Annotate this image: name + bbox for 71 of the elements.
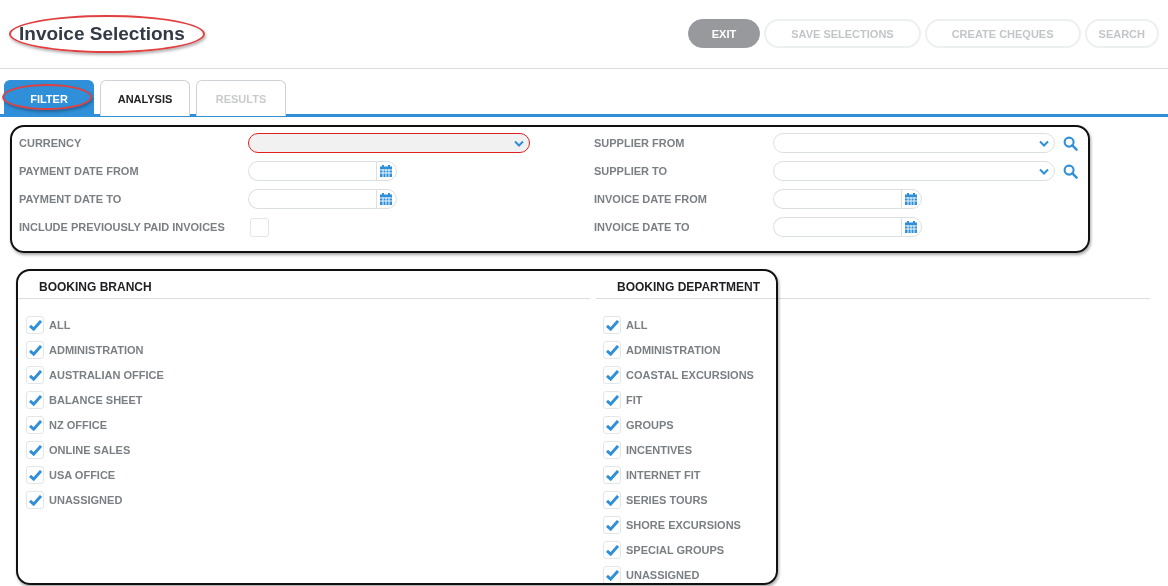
calendar-button[interactable] <box>901 217 922 237</box>
checkbox[interactable] <box>603 516 621 534</box>
checkbox[interactable] <box>603 316 621 334</box>
checkbox[interactable] <box>26 416 44 434</box>
checkbox[interactable] <box>603 466 621 484</box>
search-icon[interactable] <box>1063 163 1078 179</box>
calendar-button[interactable] <box>376 161 397 181</box>
checkbox-label: ALL <box>49 319 71 331</box>
calendar-icon <box>379 164 393 178</box>
tab[interactable]: FILTER <box>4 80 94 116</box>
calendar-icon <box>904 192 918 206</box>
field-label: PAYMENT DATE TO <box>19 193 123 205</box>
checkbox[interactable] <box>603 541 621 559</box>
checkbox-label: NZ OFFICE <box>49 419 108 431</box>
checkbox-label: SERIES TOURS <box>626 494 708 506</box>
checkbox[interactable] <box>603 566 621 584</box>
checkbox[interactable] <box>26 341 44 359</box>
date-input[interactable] <box>773 217 901 237</box>
chevron-icon <box>514 139 524 147</box>
checkbox-label: AUSTRALIAN OFFICE <box>49 369 164 381</box>
action-button[interactable]: EXIT <box>687 19 761 48</box>
chevron-icon <box>1039 167 1049 175</box>
checkbox-label: USA OFFICE <box>49 469 116 481</box>
calendar-icon <box>379 192 393 206</box>
calendar-button[interactable] <box>376 189 397 209</box>
checkbox-label: BALANCE SHEET <box>49 394 143 406</box>
field-label: INVOICE DATE FROM <box>594 193 708 205</box>
checkbox[interactable] <box>26 441 44 459</box>
checkbox[interactable] <box>603 366 621 384</box>
checkbox[interactable] <box>26 316 44 334</box>
checkbox[interactable] <box>26 491 44 509</box>
checkbox-label: INCENTIVES <box>626 444 692 456</box>
calendar-button[interactable] <box>901 189 922 209</box>
checkbox-label: INTERNET FIT <box>626 469 701 481</box>
checkbox[interactable] <box>603 341 621 359</box>
field-label: SUPPLIER TO <box>594 165 669 177</box>
checkbox-label: ONLINE SALES <box>49 444 131 456</box>
checkbox[interactable] <box>603 491 621 509</box>
checkbox-label: ALL <box>626 319 648 331</box>
checkbox-label: GROUPS <box>626 419 674 431</box>
checkbox[interactable] <box>26 391 44 409</box>
field-label: SUPPLIER FROM <box>594 137 686 149</box>
checkbox[interactable] <box>603 391 621 409</box>
checkbox-label: ADMINISTRATION <box>49 344 144 356</box>
tab[interactable]: ANALYSIS <box>100 80 190 116</box>
field-label: PAYMENT DATE FROM <box>19 165 140 177</box>
field-label: INVOICE DATE TO <box>594 221 691 233</box>
checkbox-label: COASTAL EXCURSIONS <box>626 369 754 381</box>
field-label: INCLUDE PREVIOUSLY PAID INVOICES <box>19 221 226 233</box>
field-label: CURRENCY <box>19 137 83 149</box>
checkbox-label: UNASSIGNED <box>49 494 123 506</box>
checkbox[interactable] <box>603 441 621 459</box>
checkbox-label: SPECIAL GROUPS <box>626 544 725 556</box>
date-input[interactable] <box>773 189 901 209</box>
section-heading: BOOKING DEPARTMENT <box>596 280 1150 299</box>
checkbox-label: ADMINISTRATION <box>626 344 721 356</box>
section-heading: BOOKING BRANCH <box>18 280 590 299</box>
date-input[interactable] <box>248 161 376 181</box>
checkbox-label: FIT <box>626 394 643 406</box>
page-title: Invoice Selections <box>19 23 185 45</box>
checkbox[interactable] <box>26 466 44 484</box>
checkbox[interactable] <box>603 416 621 434</box>
checkbox-label: UNASSIGNED <box>626 569 700 581</box>
dropdown-field[interactable] <box>248 133 530 153</box>
checkbox-label: SHORE EXCURSIONS <box>626 519 741 531</box>
checkbox[interactable] <box>26 366 44 384</box>
calendar-icon <box>904 220 918 234</box>
checkbox[interactable] <box>250 217 269 237</box>
chevron-icon <box>1039 139 1049 147</box>
search-icon[interactable] <box>1063 135 1078 151</box>
date-input[interactable] <box>248 189 376 209</box>
